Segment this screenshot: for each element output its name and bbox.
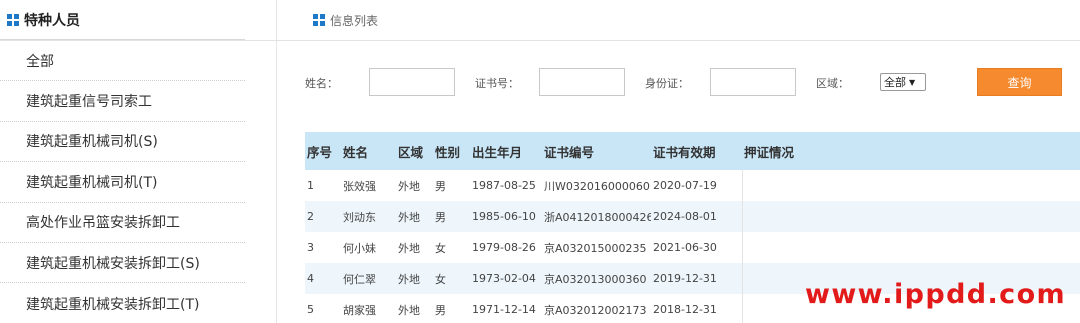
cell-region: 外地	[396, 294, 433, 323]
cell-birthdate: 1973-02-04	[470, 263, 542, 294]
grid-icon	[313, 14, 325, 26]
cell-cert-expiry: 2024-08-01	[651, 201, 742, 232]
region-select[interactable]: 全部 ▼	[880, 73, 926, 91]
cell-gender: 女	[433, 232, 470, 263]
cell-cert-expiry: 2020-07-19	[651, 170, 742, 201]
main-header: 信息列表	[0, 0, 1080, 41]
cell-gender: 男	[433, 294, 470, 323]
id-label: 身份证：	[645, 77, 689, 90]
table-header-row: 序号 姓名 区域 性别 出生年月 证书编号 证书有效期 押证情况	[305, 132, 1080, 170]
filter-bar: 姓名： 证书号： 身份证： 区域： 全部 ▼ 查询	[305, 67, 1080, 97]
table-row[interactable]: 3 何小妹 外地 女 1979-08-26 京A032015000235 202…	[305, 232, 1080, 263]
cert-label: 证书号：	[475, 77, 519, 90]
cell-cert-number: 京A032012002173	[542, 294, 651, 323]
cert-input[interactable]	[539, 68, 625, 96]
cell-index: 4	[305, 263, 341, 294]
cell-birthdate: 1985-06-10	[470, 201, 542, 232]
sidebar-item-gondola-installer[interactable]: 高处作业吊篮安装拆卸工	[0, 203, 245, 243]
column-header-region[interactable]: 区域	[396, 132, 433, 170]
cell-cert-number: 浙A0412018000426	[542, 201, 651, 232]
cell-index: 5	[305, 294, 341, 323]
cell-deposit-status	[741, 170, 1080, 201]
watermark-text: www.ippdd.com	[805, 279, 1067, 310]
main-panel: 信息列表 姓名： 证书号： 身份证： 区域： 全部 ▼ 查询 序号 姓名 区域 …	[0, 0, 1080, 323]
main-title: 信息列表	[330, 13, 379, 28]
cell-name: 刘动东	[341, 201, 396, 232]
query-button[interactable]: 查询	[977, 68, 1062, 96]
cell-birthdate: 1987-08-25	[470, 170, 542, 201]
cell-cert-expiry: 2018-12-31	[651, 294, 742, 323]
cell-cert-number: 川W032016000060	[542, 170, 651, 201]
cell-deposit-status	[741, 232, 1080, 263]
column-header-cert-number[interactable]: 证书编号	[542, 132, 651, 170]
cell-gender: 男	[433, 170, 470, 201]
sidebar-item-all[interactable]: 全部	[0, 41, 245, 82]
cell-cert-expiry: 2021-06-30	[651, 232, 742, 263]
column-header-cert-expiry[interactable]: 证书有效期	[651, 132, 742, 170]
sidebar-item-crane-installer-s[interactable]: 建筑起重机械安装拆卸工(S)	[0, 243, 245, 284]
cell-region: 外地	[396, 201, 433, 232]
table-row[interactable]: 2 刘动东 外地 男 1985-06-10 浙A0412018000426 20…	[305, 201, 1080, 232]
column-header-gender[interactable]: 性别	[433, 132, 470, 170]
cell-region: 外地	[396, 263, 433, 294]
cell-name: 张效强	[341, 170, 396, 201]
name-input[interactable]	[369, 68, 455, 96]
sidebar-item-crane-installer-t[interactable]: 建筑起重机械安装拆卸工(T)	[0, 283, 245, 323]
region-select-value: 全部	[884, 76, 906, 89]
cell-birthdate: 1979-08-26	[470, 232, 542, 263]
vertical-divider	[276, 0, 277, 323]
table-row[interactable]: 1 张效强 外地 男 1987-08-25 川W032016000060 202…	[305, 170, 1080, 201]
cell-index: 2	[305, 201, 341, 232]
sidebar-item-signal-rigger[interactable]: 建筑起重信号司索工	[0, 81, 245, 122]
caret-down-icon: ▼	[909, 77, 916, 87]
region-label: 区域：	[816, 77, 849, 90]
cell-region: 外地	[396, 170, 433, 201]
column-header-index[interactable]: 序号	[305, 132, 341, 170]
name-label: 姓名：	[305, 77, 338, 90]
sidebar-item-crane-driver-t[interactable]: 建筑起重机械司机(T)	[0, 162, 245, 203]
id-input[interactable]	[710, 68, 796, 96]
cell-name: 何仁翠	[341, 263, 396, 294]
cell-cert-number: 京A032013000360	[542, 263, 651, 294]
cell-region: 外地	[396, 232, 433, 263]
cell-birthdate: 1971-12-14	[470, 294, 542, 323]
cell-cert-number: 京A032015000235	[542, 232, 651, 263]
cell-gender: 男	[433, 201, 470, 232]
cell-gender: 女	[433, 263, 470, 294]
column-header-deposit-status[interactable]: 押证情况	[742, 132, 1080, 170]
column-header-name[interactable]: 姓名	[341, 132, 396, 170]
cell-name: 胡家强	[341, 294, 396, 323]
cell-index: 1	[305, 170, 341, 201]
cell-index: 3	[305, 232, 341, 263]
sidebar: 特种人员 全部 建筑起重信号司索工 建筑起重机械司机(S) 建筑起重机械司机(T…	[0, 0, 245, 323]
cell-name: 何小妹	[341, 232, 396, 263]
sidebar-item-crane-driver-s[interactable]: 建筑起重机械司机(S)	[0, 122, 245, 163]
column-header-birthdate[interactable]: 出生年月	[470, 132, 542, 170]
cell-deposit-status	[741, 201, 1080, 232]
cell-cert-expiry: 2019-12-31	[651, 263, 742, 294]
